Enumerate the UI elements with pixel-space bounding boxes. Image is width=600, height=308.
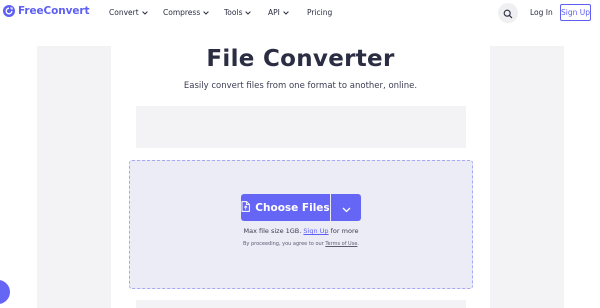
signup-button[interactable]: Sign Up bbox=[560, 4, 591, 21]
chevron-down-icon bbox=[245, 8, 252, 17]
nav-label-tools: Tools bbox=[224, 8, 243, 17]
page-title: File Converter bbox=[206, 46, 395, 72]
terms-suffix: . bbox=[357, 241, 359, 247]
chevron-down-icon bbox=[141, 8, 148, 17]
max-size-suffix: for more bbox=[330, 227, 359, 235]
nav-item-compress[interactable]: Compress bbox=[163, 0, 210, 25]
choose-files-label: Choose Files bbox=[255, 201, 330, 214]
search-button[interactable] bbox=[498, 3, 518, 23]
nav-label-pricing: Pricing bbox=[307, 8, 333, 17]
bottom-ad-banner bbox=[136, 300, 466, 308]
max-file-size-note: Max file size 1GB. Sign Up for more bbox=[129, 227, 473, 235]
nav-label-api: API bbox=[268, 8, 280, 17]
top-navbar: FreeConvert Convert Compress Tools API P… bbox=[0, 0, 600, 25]
nav-item-api[interactable]: API bbox=[268, 0, 289, 25]
signup-inline-link[interactable]: Sign Up bbox=[303, 227, 328, 235]
max-size-text: Max file size 1GB. bbox=[243, 227, 302, 235]
chevron-down-icon bbox=[283, 8, 289, 17]
chevron-down-icon bbox=[342, 198, 351, 217]
ad-banner bbox=[136, 106, 466, 148]
nav-label-convert: Convert bbox=[109, 8, 139, 17]
nav-item-convert[interactable]: Convert bbox=[109, 0, 148, 25]
terms-of-use-link[interactable]: Terms of Use bbox=[325, 241, 357, 247]
nav-item-pricing[interactable]: Pricing bbox=[307, 0, 332, 25]
choose-files-button[interactable]: Choose Files bbox=[241, 194, 330, 221]
file-icon bbox=[241, 200, 255, 215]
logo-icon bbox=[3, 5, 15, 17]
file-dropzone[interactable] bbox=[129, 160, 473, 289]
left-ad-panel bbox=[37, 46, 111, 308]
nav-item-tools[interactable]: Tools bbox=[224, 0, 252, 25]
terms-note: By proceeding, you agree to our Terms of… bbox=[129, 241, 473, 247]
nav-label-compress: Compress bbox=[163, 8, 201, 17]
search-icon bbox=[503, 4, 513, 23]
chevron-down-icon bbox=[203, 8, 210, 17]
brand-name-part2: Convert bbox=[43, 5, 90, 17]
right-ad-panel bbox=[490, 46, 564, 308]
terms-text: By proceeding, you agree to our bbox=[242, 241, 324, 247]
login-link[interactable]: Log In bbox=[530, 0, 553, 25]
chat-icon[interactable] bbox=[0, 280, 10, 304]
brand-logo[interactable]: FreeConvert bbox=[3, 5, 89, 17]
choose-source-dropdown[interactable] bbox=[331, 194, 361, 221]
page-subtitle: Easily convert files from one format to … bbox=[183, 81, 418, 91]
choose-files-group: Choose Files bbox=[241, 194, 361, 221]
brand-name: FreeConvert bbox=[18, 5, 89, 17]
brand-name-part1: Free bbox=[18, 5, 44, 17]
